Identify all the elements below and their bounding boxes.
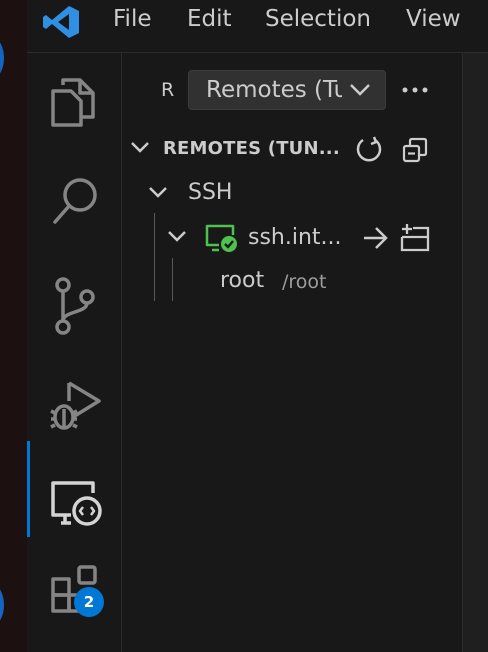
section-title[interactable]: REMOTES (TUN... bbox=[163, 138, 340, 159]
source-control-icon bbox=[55, 277, 95, 335]
sidebar-header-letter: R bbox=[161, 79, 175, 101]
connect-arrow-icon[interactable] bbox=[362, 225, 390, 251]
activity-run-debug[interactable] bbox=[27, 357, 121, 441]
menu-file[interactable]: File bbox=[113, 6, 152, 32]
activity-bar: 2 bbox=[27, 53, 122, 652]
desktop-icon bbox=[0, 585, 4, 625]
indent-guide bbox=[154, 213, 155, 301]
menu-selection[interactable]: Selection bbox=[265, 6, 371, 32]
tree-group-ssh[interactable]: SSH bbox=[188, 180, 232, 205]
more-actions-icon[interactable] bbox=[400, 75, 430, 105]
activity-remote-explorer[interactable] bbox=[27, 451, 121, 535]
connected-host-icon bbox=[205, 224, 237, 252]
run-debug-icon bbox=[50, 381, 101, 430]
activity-extensions[interactable] bbox=[27, 549, 121, 633]
extensions-badge: 2 bbox=[74, 587, 104, 617]
remotes-dropdown[interactable]: Remotes (Tunnels/SSH) bbox=[188, 70, 386, 110]
editor-area-edge bbox=[462, 53, 488, 652]
chevron-down-icon[interactable] bbox=[148, 186, 168, 200]
desktop-icon bbox=[0, 38, 4, 78]
explorer-icon bbox=[51, 78, 95, 127]
activity-search[interactable] bbox=[27, 159, 121, 243]
chevron-down-icon[interactable] bbox=[130, 141, 150, 155]
open-in-new-window-icon[interactable] bbox=[399, 223, 431, 253]
tree-folder-path: /root bbox=[282, 271, 327, 293]
desktop-edge bbox=[0, 0, 27, 652]
indent-guide bbox=[172, 258, 173, 301]
refresh-icon[interactable] bbox=[355, 135, 383, 163]
remote-explorer-icon bbox=[51, 481, 102, 526]
sidebar-remote-explorer: R Remotes (Tunnels/SSH) REMOTES (TUN... … bbox=[122, 53, 462, 652]
activity-source-control[interactable] bbox=[27, 259, 121, 343]
activity-explorer[interactable] bbox=[27, 59, 121, 143]
menu-view[interactable]: View bbox=[406, 6, 461, 32]
chevron-down-icon bbox=[350, 84, 370, 96]
title-bar: File Edit Selection View bbox=[27, 0, 488, 53]
search-icon bbox=[53, 178, 97, 224]
tree-host[interactable]: ssh.int... bbox=[248, 225, 342, 250]
vscode-logo-icon bbox=[43, 6, 79, 38]
dropdown-value: Remotes (Tunnels/SSH) bbox=[206, 77, 342, 103]
tree-folder-name[interactable]: root bbox=[220, 268, 264, 293]
menu-edit[interactable]: Edit bbox=[187, 6, 232, 32]
collapse-all-icon[interactable] bbox=[402, 137, 428, 163]
chevron-down-icon[interactable] bbox=[167, 230, 187, 244]
